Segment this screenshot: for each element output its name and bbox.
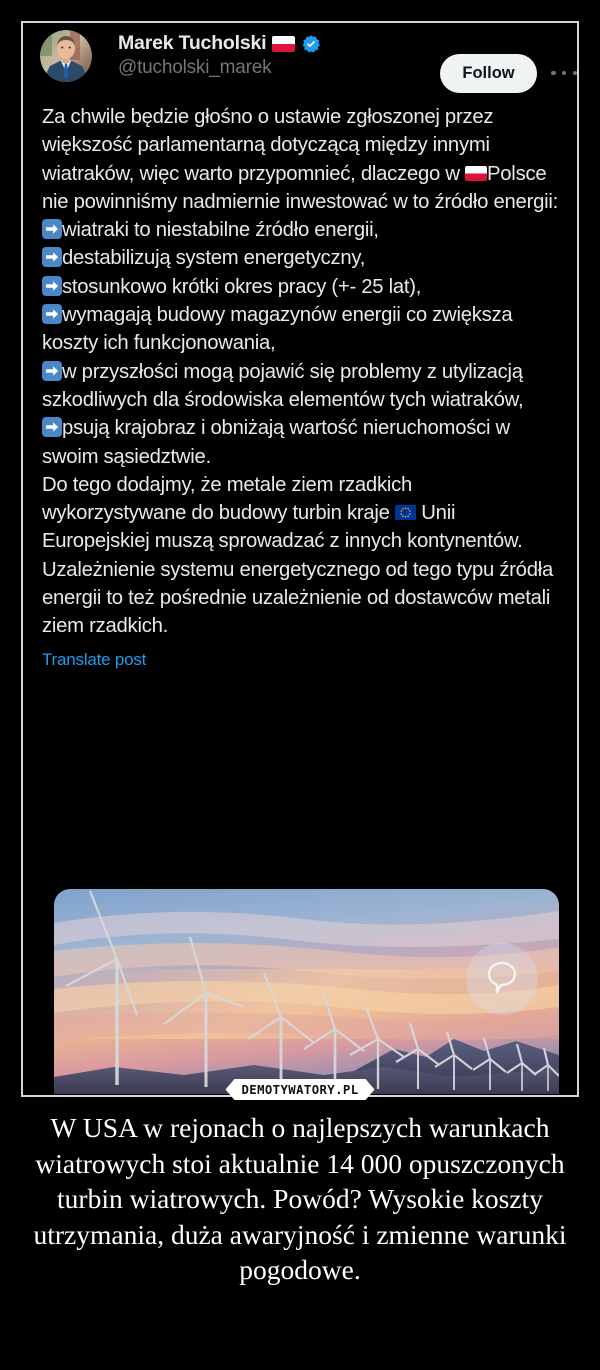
display-name[interactable]: Marek Tucholski (118, 32, 267, 55)
closing-text-1: Do tego dodajmy, że metale ziem rzadkich… (42, 473, 413, 525)
tweet-media (23, 889, 577, 1095)
tweet-header: Marek Tucholski @tucholski_marek Follow (23, 23, 577, 103)
bullet-label: wymagają budowy magazynów energii co zwi… (42, 304, 513, 355)
tweet-paragraph-closing: Do tego dodajmy, że metale ziem rzadkich… (42, 471, 560, 641)
bullet-label: destabilizują system energetyczny, (62, 247, 366, 270)
arrow-right-icon (42, 247, 62, 268)
name-block: Marek Tucholski @tucholski_marek (118, 31, 321, 79)
flag-poland-icon (272, 36, 296, 52)
handle[interactable]: @tucholski_marek (118, 57, 321, 79)
tweet-card: Marek Tucholski @tucholski_marek Follow (21, 21, 579, 1097)
tweet-bullet-2: destabilizują system energetyczny, (42, 244, 560, 272)
tweet-bullet-1: wiatraki to niestabilne źródło energii, (42, 216, 560, 244)
demotywatory-post: Marek Tucholski @tucholski_marek Follow (0, 0, 600, 1370)
more-options-icon[interactable] (551, 63, 577, 83)
tweet-paragraph-intro: Za chwile będzie głośno o ustawie zgłosz… (42, 103, 560, 216)
tweet-bullet-3: stosunkowo krótki okres pracy (+- 25 lat… (42, 273, 560, 301)
watermark-demotywatory: DEMOTYWATORY.PL (225, 1079, 374, 1100)
bullet-label: psują krajobraz i obniżają wartość nieru… (42, 417, 510, 468)
flag-poland-inline-icon (465, 165, 487, 181)
bullet-label: w przyszłości mogą pojawić się problemy … (42, 360, 524, 411)
arrow-right-icon (42, 219, 62, 240)
avatar[interactable] (40, 30, 92, 82)
display-name-row: Marek Tucholski (118, 31, 321, 55)
arrow-right-icon (42, 417, 62, 438)
flag-european-union-icon (394, 505, 416, 521)
wind-turbines-photo[interactable] (54, 889, 559, 1094)
tweet-bullet-4: wymagają budowy magazynów energii co zwi… (42, 301, 560, 358)
verified-badge-icon (301, 34, 321, 54)
bullet-label: wiatraki to niestabilne źródło energii, (62, 219, 379, 242)
tweet-bullet-5: w przyszłości mogą pojawić się problemy … (42, 358, 560, 415)
arrow-right-icon (42, 275, 62, 296)
follow-button[interactable]: Follow (440, 54, 537, 93)
tweet-bullet-6: psują krajobraz i obniżają wartość nieru… (42, 414, 560, 471)
caption-text: W USA w rejonach o najlepszych warunkach… (33, 1112, 567, 1285)
bullet-label: stosunkowo krótki okres pracy (+- 25 lat… (62, 275, 422, 298)
intro-text-1: Za chwile będzie głośno o ustawie zgłosz… (42, 106, 494, 185)
translate-post-link[interactable]: Translate post (42, 648, 560, 672)
tweet-text: Za chwile będzie głośno o ustawie zgłosz… (23, 103, 577, 672)
arrow-right-icon (42, 360, 62, 381)
arrow-right-icon (42, 304, 62, 325)
